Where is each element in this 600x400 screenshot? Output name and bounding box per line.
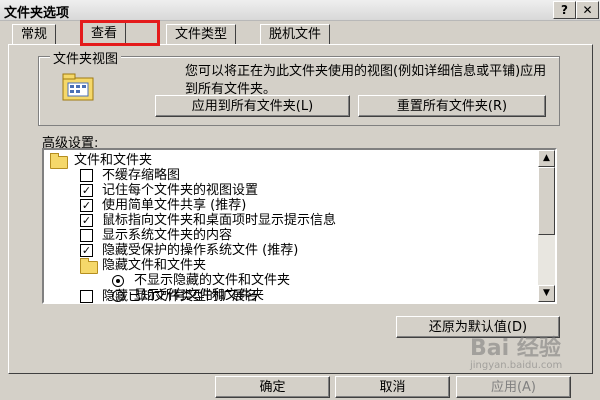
list-item-label: 使用简单文件共享 (推荐) (102, 198, 247, 213)
close-button[interactable]: ✕ (576, 1, 599, 19)
scroll-up-arrow-icon[interactable]: ▲ (538, 150, 555, 167)
checkbox[interactable] (80, 290, 93, 303)
list-item-label: 文件和文件夹 (74, 153, 153, 168)
title-bar: 文件夹选项 ? ✕ (0, 0, 600, 21)
list-item-label: 记住每个文件夹的视图设置 (102, 183, 259, 198)
checkbox-checked[interactable]: ✓ (80, 244, 93, 257)
watermark-url: jingyan.baidu.com (470, 360, 563, 371)
watermark-text: Bai 经验 (470, 336, 561, 361)
checkbox[interactable] (80, 169, 93, 182)
checkbox-checked[interactable]: ✓ (80, 214, 93, 227)
help-button[interactable]: ? (553, 1, 576, 19)
list-scrollbar[interactable]: ▲ ▼ (538, 150, 555, 302)
apply-button[interactable]: 应用(A) (456, 376, 571, 398)
tab-offline-files[interactable]: 脱机文件 (260, 24, 331, 45)
checkbox-checked[interactable]: ✓ (80, 199, 93, 212)
checkbox-checked[interactable]: ✓ (80, 184, 93, 197)
folder-views-description: 您可以将正在为此文件夹使用的视图(例如详细信息或平铺)应用到所有文件夹。 (185, 64, 547, 97)
list-item-label: 显示系统文件夹的内容 (102, 228, 233, 243)
list-item-label: 不显示隐藏的文件和文件夹 (134, 273, 291, 288)
folder-icon (80, 258, 98, 274)
list-item-label: 隐藏受保护的操作系统文件 (推荐) (102, 243, 299, 258)
list-item-label: 隐藏文件和文件夹 (102, 258, 207, 273)
radio-selected[interactable] (112, 275, 124, 287)
apply-to-all-folders-button[interactable]: 应用到所有文件夹(L) (155, 95, 350, 117)
ok-button[interactable]: 确定 (215, 376, 330, 398)
list-item-label: 不缓存缩略图 (102, 168, 181, 183)
scroll-down-arrow-icon[interactable]: ▼ (538, 285, 555, 302)
reset-all-folders-button[interactable]: 重置所有文件夹(R) (358, 95, 546, 117)
folder-view-icon (62, 73, 94, 101)
tab-general[interactable]: 常规 (12, 24, 57, 45)
checkbox[interactable] (80, 229, 93, 242)
folder-views-label: 文件夹视图 (50, 48, 122, 67)
scroll-thumb[interactable] (538, 167, 555, 235)
list-item-label: 隐藏已知文件类型的扩展名 (102, 289, 259, 304)
cancel-button[interactable]: 取消 (335, 376, 450, 398)
baidu-watermark: Bai 经验 jingyan.baidu.com (470, 330, 562, 371)
window-title: 文件夹选项 (4, 6, 70, 21)
list-item-label: 鼠标指向文件夹和桌面项时显示提示信息 (102, 213, 337, 228)
folder-icon (50, 153, 68, 169)
advanced-settings-list[interactable]: 文件和文件夹 不缓存缩略图 ✓ 记住每个文件夹的视图设置 ✓ 使用简单文件共享 … (42, 148, 557, 304)
tab-file-types[interactable]: 文件类型 (166, 24, 237, 45)
tab-highlight-box (80, 20, 160, 46)
